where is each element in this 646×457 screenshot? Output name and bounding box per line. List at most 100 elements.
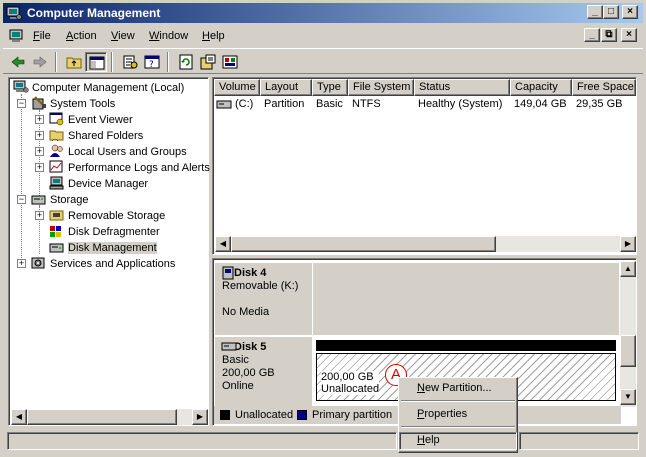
show-hide-tree-button[interactable] bbox=[85, 52, 107, 72]
title-bar[interactable]: Computer Management _ □ × bbox=[3, 3, 643, 23]
menu-window[interactable]: Window bbox=[149, 30, 188, 42]
scroll-thumb[interactable] bbox=[231, 236, 496, 252]
legend-unallocated-label: Unallocated bbox=[235, 409, 294, 421]
mdi-restore-button[interactable]: ⧉ bbox=[601, 28, 617, 42]
disk-4-type: Removable (K:) bbox=[222, 280, 299, 292]
cell-volume: (C:) bbox=[235, 98, 254, 110]
properties-button[interactable] bbox=[119, 52, 141, 72]
export-list-button[interactable] bbox=[197, 52, 219, 72]
column-header-volume[interactable]: Volume bbox=[214, 79, 260, 96]
cell-layout: Partition bbox=[264, 98, 305, 110]
console-tree[interactable]: Computer Management (Local) − System Too… bbox=[8, 77, 210, 426]
scroll-thumb[interactable] bbox=[620, 335, 636, 367]
menu-bar: File Action View Window Help _ ⧉ × bbox=[3, 25, 643, 47]
tree-collapse-storage[interactable]: − bbox=[17, 195, 26, 204]
tree-guide bbox=[21, 94, 22, 264]
scroll-thumb[interactable] bbox=[27, 409, 177, 425]
folder-up-icon bbox=[66, 57, 82, 69]
maximize-button[interactable]: □ bbox=[603, 5, 619, 19]
menu-help[interactable]: Help bbox=[202, 30, 225, 42]
console-tree-icon bbox=[89, 56, 105, 70]
back-button[interactable] bbox=[7, 52, 29, 72]
properties-icon bbox=[123, 55, 138, 69]
column-header-type[interactable]: Type bbox=[312, 79, 348, 96]
tree-expand-shared-folders[interactable]: + bbox=[35, 131, 44, 140]
cell-free-space: 29,35 GB bbox=[576, 98, 623, 110]
minimize-button[interactable]: _ bbox=[587, 5, 603, 19]
tree-node-disk-defragmenter[interactable]: Disk Defragmenter bbox=[49, 224, 160, 240]
disk-5-size: 200,00 GB bbox=[222, 367, 275, 379]
scroll-left-button[interactable]: ◀ bbox=[11, 409, 27, 425]
tree-node-device-manager[interactable]: Device Manager bbox=[49, 176, 148, 192]
refresh-button[interactable] bbox=[175, 52, 197, 72]
cell-capacity: 149,04 GB bbox=[514, 98, 567, 110]
partition-label: Unallocated bbox=[321, 383, 380, 395]
tree-expand-local-users[interactable]: + bbox=[35, 147, 44, 156]
tree-node-performance-logs[interactable]: Performance Logs and Alerts bbox=[49, 160, 210, 176]
tree-node-disk-management[interactable]: Disk Management bbox=[49, 240, 157, 256]
column-header-free-space[interactable]: Free Space bbox=[572, 79, 636, 96]
tree-horizontal-scrollbar[interactable]: ◀ ▶ bbox=[11, 409, 208, 425]
tree-node-system-tools[interactable]: System Tools bbox=[31, 96, 115, 112]
tree-expand-services[interactable]: + bbox=[17, 259, 26, 268]
tree-node-shared-folders[interactable]: Shared Folders bbox=[49, 128, 143, 144]
tree-expand-event-viewer[interactable]: + bbox=[35, 115, 44, 124]
menu-separator bbox=[401, 400, 515, 402]
menu-view[interactable]: View bbox=[111, 30, 135, 42]
help-icon: ? bbox=[144, 55, 160, 70]
tree-node-removable-storage[interactable]: Removable Storage bbox=[49, 208, 165, 224]
tree-node-storage[interactable]: Storage bbox=[31, 192, 89, 208]
menu-item-properties[interactable]: Properties bbox=[417, 408, 467, 420]
volume-list[interactable]: Volume Layout Type File System Status Ca… bbox=[212, 77, 637, 255]
removable-storage-icon bbox=[49, 210, 64, 221]
scroll-left-button[interactable]: ◀ bbox=[215, 236, 231, 252]
tree-node-root[interactable]: Computer Management (Local) bbox=[13, 80, 184, 96]
status-bar bbox=[3, 430, 643, 452]
list-horizontal-scrollbar[interactable]: ◀ ▶ bbox=[215, 236, 636, 252]
tree-expand-perf-logs[interactable]: + bbox=[35, 163, 44, 172]
scroll-up-button[interactable]: ▲ bbox=[620, 261, 636, 277]
disk-4-name: Disk 4 bbox=[234, 267, 267, 279]
computer-management-icon bbox=[13, 80, 29, 93]
disk-vertical-scrollbar[interactable]: ▲ ▼ bbox=[620, 261, 636, 407]
disk-4-info[interactable]: Disk 4 Removable (K:) No Media bbox=[215, 263, 312, 335]
scroll-right-button[interactable]: ▶ bbox=[620, 236, 636, 252]
column-header-file-system[interactable]: File System bbox=[348, 79, 414, 96]
legend-primary-label: Primary partition bbox=[312, 409, 393, 421]
options-button[interactable] bbox=[219, 52, 241, 72]
system-tools-icon bbox=[32, 96, 46, 110]
menu-action[interactable]: Action bbox=[66, 30, 97, 42]
performance-icon bbox=[49, 160, 63, 173]
tree-node-services-applications[interactable]: Services and Applications bbox=[31, 256, 175, 272]
scroll-right-button[interactable]: ▶ bbox=[192, 409, 208, 425]
close-button[interactable]: × bbox=[622, 5, 638, 19]
toolbar-separator bbox=[111, 52, 113, 72]
mdi-window-icon[interactable] bbox=[9, 28, 25, 44]
up-one-level-button[interactable] bbox=[63, 52, 85, 72]
defragmenter-icon bbox=[50, 226, 61, 237]
menu-item-new-partition[interactable]: New Partition... bbox=[417, 382, 492, 394]
column-header-status[interactable]: Status bbox=[414, 79, 510, 96]
disk-5-state: Online bbox=[222, 380, 254, 392]
tree-collapse-system-tools[interactable]: − bbox=[17, 99, 26, 108]
export-icon bbox=[200, 54, 216, 70]
scroll-down-button[interactable]: ▼ bbox=[620, 389, 636, 405]
tree-expand-removable-storage[interactable]: + bbox=[35, 211, 44, 220]
column-header-layout[interactable]: Layout bbox=[260, 79, 312, 96]
column-header-capacity[interactable]: Capacity bbox=[510, 79, 572, 96]
disk-5-info[interactable]: Disk 5 Basic 200,00 GB Online bbox=[215, 337, 312, 407]
legend-unallocated-swatch bbox=[220, 410, 230, 420]
mdi-close-button[interactable]: × bbox=[621, 28, 637, 42]
cell-status: Healthy (System) bbox=[418, 98, 503, 110]
svg-text:?: ? bbox=[149, 60, 154, 70]
forward-button[interactable] bbox=[29, 52, 51, 72]
storage-icon bbox=[31, 195, 46, 205]
shared-folder-icon bbox=[49, 130, 64, 142]
tree-node-local-users[interactable]: Local Users and Groups bbox=[49, 144, 187, 160]
services-icon bbox=[31, 257, 45, 269]
menu-file[interactable]: File bbox=[33, 30, 51, 42]
help-button[interactable]: ? bbox=[141, 52, 163, 72]
basic-disk-icon bbox=[221, 342, 237, 351]
tree-node-event-viewer[interactable]: Event Viewer bbox=[49, 112, 133, 128]
mdi-minimize-button[interactable]: _ bbox=[584, 28, 600, 42]
